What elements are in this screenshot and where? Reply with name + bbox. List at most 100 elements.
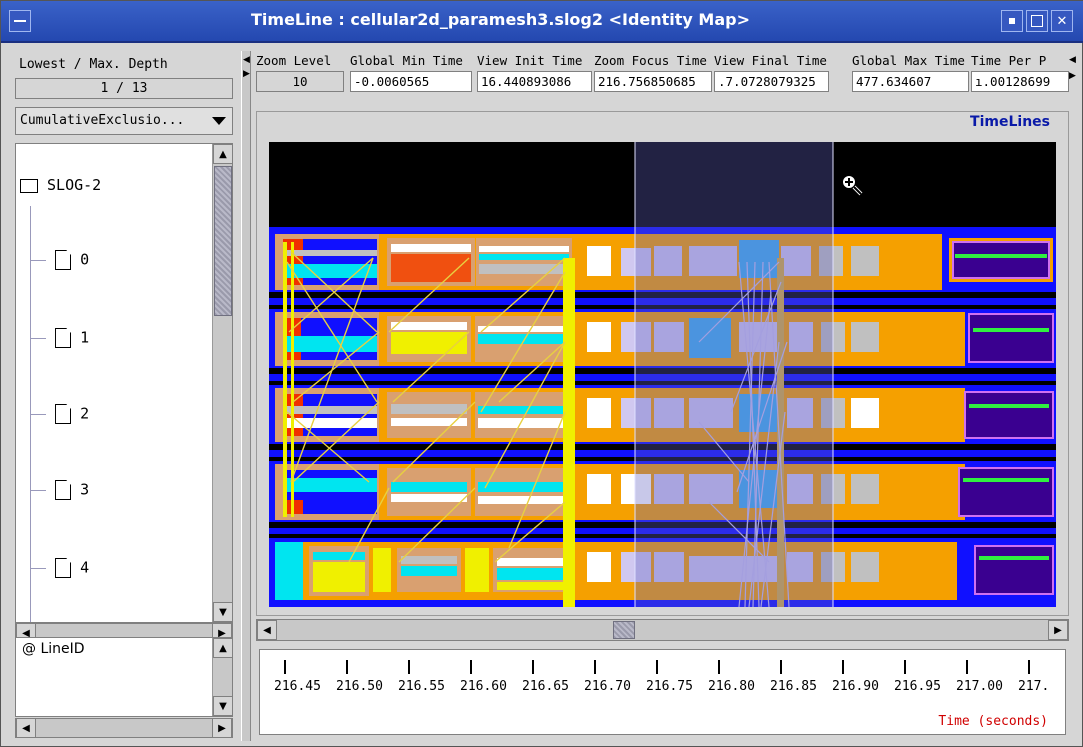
state-rect[interactable] [283,418,377,428]
field-value[interactable]: 216.756850685 [594,71,712,92]
state-rect[interactable] [476,238,572,286]
minimize-button[interactable] [1001,10,1023,32]
state-rect[interactable] [391,482,467,492]
tree-root[interactable]: SLOG-2 [20,176,101,194]
state-rect[interactable] [497,558,565,566]
state-rect[interactable] [963,478,1049,482]
arrow-left-icon[interactable]: ◀ [1069,55,1076,65]
scroll-down-button[interactable]: ▼ [213,602,232,622]
scroll-down-button[interactable]: ▼ [213,696,233,716]
state-rect[interactable] [979,556,1049,560]
state-rect[interactable] [391,244,471,252]
tree-vertical-scrollbar[interactable]: ▲ ▼ [212,144,232,622]
lineid-horizontal-scrollbar[interactable]: ◀ ▶ [15,718,233,738]
left-panel: Lowest / Max. Depth 1 / 13 CumulativeExc… [11,51,241,741]
state-rect[interactable] [587,398,611,428]
state-rect[interactable] [497,568,565,580]
tree-item-2[interactable]: 2 [30,404,89,424]
state-rect[interactable] [587,552,611,582]
state-rect[interactable] [958,467,1054,517]
scroll-left-button[interactable]: ◀ [16,718,36,738]
state-rect[interactable] [478,482,568,492]
scroll-up-button[interactable]: ▲ [213,144,232,164]
state-rect[interactable] [969,404,1049,408]
window-menu-button[interactable] [9,10,31,32]
arrow-right-icon[interactable]: ▶ [1069,71,1076,81]
timeline-horizontal-scrollbar[interactable]: ◀ ▶ [256,619,1069,641]
state-rect[interactable] [851,552,879,582]
zoom-selection[interactable] [635,142,833,607]
state-rect[interactable] [401,566,457,576]
state-rect[interactable] [373,548,391,592]
lineid-vertical-scrollbar[interactable]: ▲ ▼ [212,638,233,716]
scroll-up-button[interactable]: ▲ [213,638,233,658]
axis-tick-label: 216.60 [460,679,507,694]
scroll-right-button[interactable]: ▶ [1048,620,1068,640]
timeline-tree: SLOG-2 0 1 2 3 4 ▲ ▼ [15,143,233,623]
state-rect[interactable] [283,336,377,352]
state-rect[interactable] [974,545,1054,595]
scroll-left-button[interactable]: ◀ [257,620,277,640]
tree-item-label: 4 [80,558,90,577]
splitter[interactable]: ◀ ▶ [241,51,251,741]
state-rect[interactable] [478,326,568,332]
state-rect[interactable] [391,404,467,414]
folder-icon [20,178,38,193]
axis-tick [594,660,596,674]
state-rect[interactable] [964,391,1054,439]
close-button[interactable]: ✕ [1051,10,1073,32]
time-per-pixel-field: Time Per P ı.00128699 [971,51,1069,99]
state-rect[interactable] [479,246,569,252]
state-rect[interactable] [851,322,879,352]
state-rect[interactable] [387,392,471,438]
tree-item-1[interactable]: 1 [30,328,89,348]
arrow-up-icon: ▲ [219,148,227,160]
state-rect[interactable] [497,582,565,590]
state-rect[interactable] [973,328,1049,332]
state-rect[interactable] [587,322,611,352]
state-rect[interactable] [391,332,467,354]
scroll-thumb[interactable] [613,621,635,639]
field-value[interactable]: .7.0728079325 [714,71,829,92]
state-rect[interactable] [851,246,879,276]
state-rect[interactable] [275,542,303,600]
scroll-thumb[interactable] [214,166,232,316]
state-rect[interactable] [968,313,1054,363]
state-rect[interactable] [313,562,365,592]
maximize-icon [1031,15,1043,27]
field-label: Zoom Level [256,53,332,68]
state-rect[interactable] [851,398,879,428]
state-rect[interactable] [587,246,611,276]
state-rect[interactable] [952,241,1050,279]
tree-item-3[interactable]: 3 [30,480,89,500]
field-value[interactable]: 16.440893086 [477,71,592,92]
view-mode-combo[interactable]: CumulativeExclusio... [15,107,233,135]
depth-field: 1 / 13 [15,78,233,99]
tree-item-label: 2 [80,404,90,423]
maximize-button[interactable] [1026,10,1048,32]
tree-item-4[interactable]: 4 [30,558,89,578]
state-rect[interactable] [401,556,457,564]
state-rect[interactable] [465,548,489,592]
state-rect[interactable] [391,494,467,502]
axis-tick-label: 217. [1018,679,1050,694]
state-rect[interactable] [479,254,569,260]
state-rect[interactable] [283,250,377,256]
state-rect[interactable] [313,552,365,560]
state-rect[interactable] [478,496,568,504]
timeline-canvas[interactable] [269,142,1056,607]
state-rect[interactable] [587,474,611,504]
state-rect[interactable] [391,322,467,330]
state-rect[interactable] [478,406,568,414]
scroll-right-button[interactable]: ▶ [212,718,232,738]
state-rect[interactable] [283,478,377,492]
state-rect[interactable] [391,418,467,426]
state-rect[interactable] [851,474,879,504]
tree-item-0[interactable]: 0 [30,250,89,270]
state-rect[interactable] [283,242,287,517]
tree-connector [30,337,46,339]
state-rect[interactable] [955,254,1047,258]
arrow-down-icon: ▼ [219,606,227,618]
state-rect[interactable] [283,406,377,414]
state-rect[interactable] [563,258,575,607]
